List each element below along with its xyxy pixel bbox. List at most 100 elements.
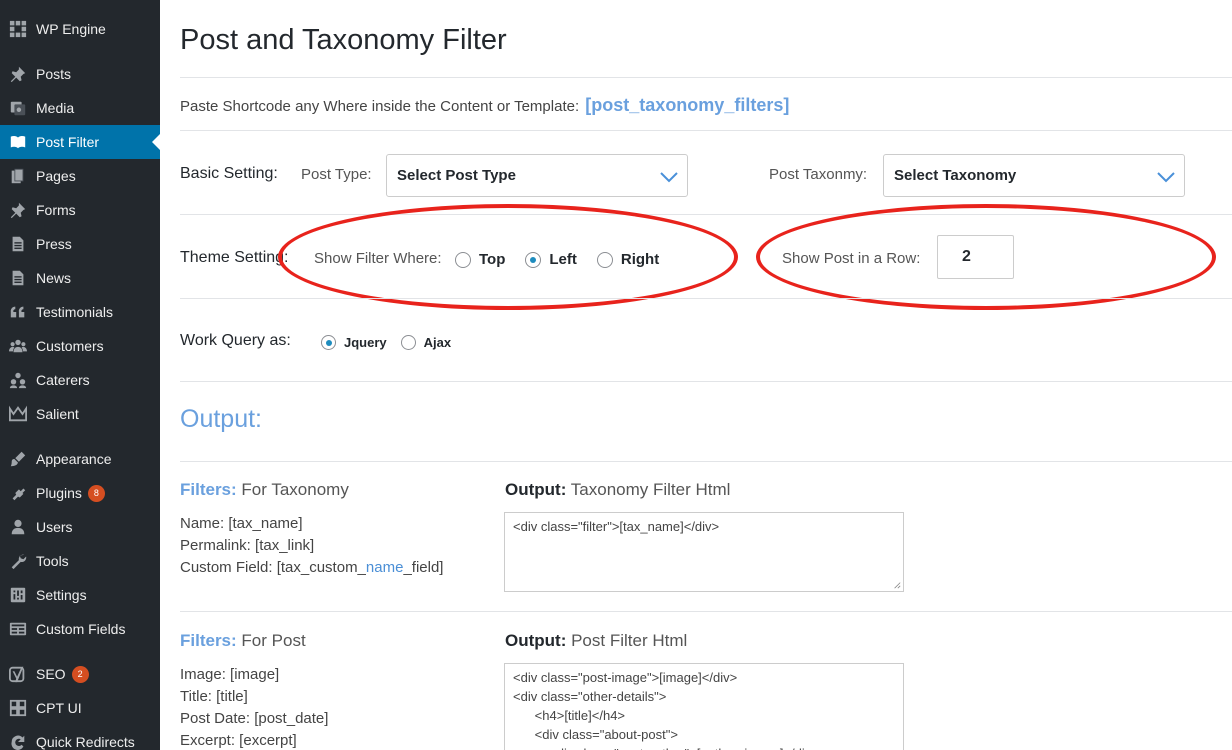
redirect-icon (8, 732, 28, 750)
post-type-label: Post Type: (301, 166, 372, 183)
cpt-icon (8, 698, 28, 718)
sidebar-item-label: Quick Redirects (36, 734, 135, 750)
chevron-down-icon (660, 172, 678, 183)
resize-grip-icon[interactable] (893, 581, 901, 589)
post-field-list: Image: [image] Title: [title] Post Date:… (180, 664, 328, 750)
sidebar-item-label: Tools (36, 553, 69, 569)
annotation-oval (756, 204, 1216, 310)
radio-ajax[interactable]: Ajax (400, 335, 451, 350)
yoast-icon (8, 664, 28, 684)
sidebar-item-label: CPT UI (36, 700, 82, 716)
sidebar-item-seo[interactable]: SEO 2 (0, 657, 160, 691)
sidebar-item-label: Appearance (36, 451, 112, 467)
sidebar-item-label: Settings (36, 587, 87, 603)
divider (180, 298, 1232, 299)
list-item: Excerpt: [excerpt] (180, 732, 297, 749)
list-item: Image: [image] (180, 666, 280, 683)
radio-circle[interactable] (400, 335, 416, 350)
document-icon (8, 234, 28, 254)
sidebar-item-salient[interactable]: Salient (0, 397, 160, 431)
quote-icon (8, 302, 28, 322)
sidebar-item-plugins[interactable]: Plugins 8 (0, 476, 160, 510)
list-item: Custom Field: [tax_custom_name_field] (180, 559, 444, 576)
document-icon (8, 268, 28, 288)
taxonomy-html-textarea[interactable]: <div class="filter">[tax_name]</div> (504, 512, 904, 592)
groups-icon (8, 336, 28, 356)
sidebar-item-label: Plugins (36, 485, 82, 501)
annotation-oval (278, 204, 738, 310)
divider (180, 611, 1232, 612)
seo-notification-badge: 2 (71, 665, 89, 683)
post-html-textarea[interactable]: <div class="post-image">[image]</div> <d… (504, 663, 904, 750)
sidebar-item-appearance[interactable]: Appearance (0, 442, 160, 476)
sidebar-item-custom-fields[interactable]: Custom Fields (0, 612, 160, 646)
sidebar-item-news[interactable]: News (0, 261, 160, 295)
sidebar-item-customers[interactable]: Customers (0, 329, 160, 363)
output-heading: Output: (180, 405, 262, 433)
wrench-icon (8, 551, 28, 571)
query-mode-radios: Jquery Ajax (321, 335, 465, 350)
sidebar-item-label: Salient (36, 406, 79, 422)
sidebar-item-label: Press (36, 236, 72, 252)
radio-circle-checked[interactable] (321, 335, 336, 350)
taxonomy-select[interactable]: Select Taxonomy (883, 154, 1185, 197)
sidebar-item-users[interactable]: Users (0, 510, 160, 544)
list-item: Permalink: [tax_link] (180, 537, 315, 554)
sidebar-item-label: WP Engine (36, 21, 106, 37)
sidebar-item-post-filter[interactable]: Post Filter (0, 125, 160, 159)
sidebar-item-forms[interactable]: Forms (0, 193, 160, 227)
sidebar-item-caterers[interactable]: Caterers (0, 363, 160, 397)
sidebar-item-media[interactable]: Media (0, 91, 160, 125)
taxonomy-value: Select Taxonomy (894, 167, 1017, 184)
post-taxonomy-label: Post Taxonmy: (769, 166, 868, 183)
sidebar-item-label: Media (36, 100, 75, 116)
sidebar-item-label: Testimonials (36, 304, 114, 320)
sidebar-item-tools[interactable]: Tools (0, 544, 160, 578)
fields-icon (8, 619, 28, 639)
radio-jquery[interactable]: Jquery (321, 335, 387, 350)
taxonomy-filters-heading: Filters: For Taxonomy (180, 480, 349, 499)
plugins-update-badge: 8 (87, 484, 105, 502)
media-icon (8, 98, 28, 118)
post-output-heading: Output: Post Filter Html (505, 631, 688, 650)
sidebar-item-posts[interactable]: Posts (0, 57, 160, 91)
settings-icon (8, 585, 28, 605)
divider (180, 381, 1232, 382)
pin-icon (8, 64, 28, 84)
sidebar-item-pages[interactable]: Pages (0, 159, 160, 193)
brush-icon (8, 449, 28, 469)
divider (180, 77, 1232, 78)
pages-icon (8, 166, 28, 186)
list-item: Title: [title] (180, 688, 248, 705)
sidebar-item-label: Customers (36, 338, 104, 354)
sidebar-item-press[interactable]: Press (0, 227, 160, 261)
plugin-icon (8, 483, 28, 503)
sidebar-item-wp-engine[interactable]: WP Engine (0, 12, 160, 46)
taxonomy-output-heading: Output: Taxonomy Filter Html (505, 480, 731, 499)
sidebar-item-quick-redirects[interactable]: Quick Redirects (0, 725, 160, 750)
sidebar-item-settings[interactable]: Settings (0, 578, 160, 612)
chevron-down-icon (1157, 172, 1175, 183)
post-type-select[interactable]: Select Post Type (386, 154, 688, 197)
admin-sidebar: WP Engine Posts Media Post Filter Pages … (0, 0, 160, 750)
theme-setting-label: Theme Setting: (180, 249, 289, 266)
shortcode-value[interactable]: [post_taxonomy_filters] (585, 95, 789, 115)
basic-setting-label: Basic Setting: (180, 165, 278, 182)
sidebar-item-label: Custom Fields (36, 621, 126, 637)
main-content: Post and Taxonomy Filter Paste Shortcode… (180, 0, 1232, 750)
post-type-value: Select Post Type (397, 167, 516, 184)
groups-icon (8, 370, 28, 390)
list-item: Name: [tax_name] (180, 515, 303, 532)
sidebar-item-label: Post Filter (36, 134, 100, 150)
sidebar-item-testimonials[interactable]: Testimonials (0, 295, 160, 329)
work-query-label: Work Query as: (180, 332, 291, 349)
sidebar-item-label: Users (36, 519, 73, 535)
sidebar-item-label: News (36, 270, 72, 286)
post-filters-heading: Filters: For Post (180, 631, 306, 650)
divider (180, 130, 1232, 131)
shortcode-prefix: Paste Shortcode any Where inside the Con… (180, 98, 580, 115)
book-icon (8, 132, 28, 152)
divider (180, 461, 1232, 462)
crown-icon (8, 404, 28, 424)
sidebar-item-cpt-ui[interactable]: CPT UI (0, 691, 160, 725)
